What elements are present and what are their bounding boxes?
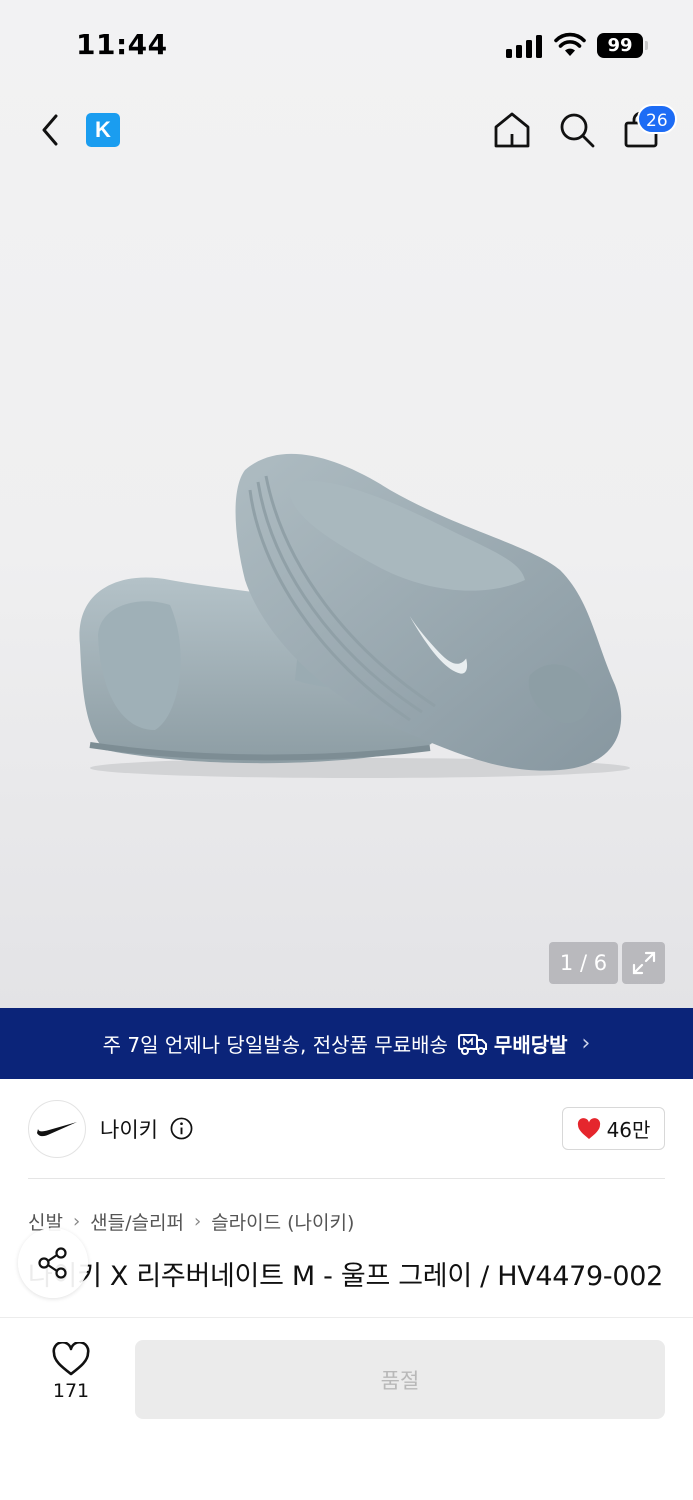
info-icon[interactable] bbox=[170, 1117, 193, 1140]
section-divider bbox=[28, 1178, 665, 1179]
wishlist-button[interactable]: 171 bbox=[40, 1342, 102, 1422]
battery-tip bbox=[645, 41, 648, 50]
product-title: 나이키 X 리주버네이트 M - 울프 그레이 / HV4479-002 bbox=[28, 1261, 664, 1292]
brand-logo[interactable] bbox=[28, 1100, 86, 1158]
wishlist-count: 171 bbox=[52, 1380, 90, 1402]
search-button[interactable] bbox=[555, 106, 599, 154]
nike-swoosh-icon bbox=[37, 1122, 77, 1137]
promo-brand: 무배당발 bbox=[457, 1029, 568, 1058]
expand-icon bbox=[632, 951, 655, 975]
delivery-truck-icon bbox=[457, 1033, 487, 1055]
status-bar: 11:44 99 bbox=[0, 0, 693, 92]
brand-row: 나이키 46만 bbox=[0, 1079, 693, 1179]
share-icon bbox=[38, 1247, 67, 1279]
back-button[interactable] bbox=[30, 108, 70, 152]
wifi-icon bbox=[554, 32, 586, 56]
promo-chevron: › bbox=[581, 1031, 591, 1056]
back-icon bbox=[42, 114, 58, 146]
image-counter: 1 / 6 bbox=[549, 942, 618, 984]
breadcrumb-separator: › bbox=[193, 1211, 202, 1232]
promo-brand-label: 무배당발 bbox=[493, 1033, 568, 1057]
top-navigation: K bbox=[0, 92, 693, 172]
expand-button[interactable] bbox=[622, 942, 665, 984]
heart-outline-icon bbox=[52, 1342, 90, 1376]
breadcrumb-item[interactable]: 샌들/슬리퍼 bbox=[90, 1208, 184, 1235]
share-button[interactable] bbox=[18, 1228, 88, 1298]
signal-icon bbox=[506, 34, 542, 58]
brand-name[interactable]: 나이키 bbox=[100, 1114, 158, 1144]
promo-banner[interactable]: 주 7일 언제나 당일발송, 전상품 무료배송 무배당발 › bbox=[0, 1008, 693, 1079]
search-icon bbox=[560, 113, 595, 148]
sold-out-button: 품절 bbox=[135, 1340, 665, 1419]
brand-like-count: 46만 bbox=[606, 1118, 651, 1142]
product-gallery[interactable]: 11:44 99 K 26 1 / 6 bbox=[0, 0, 693, 1008]
product-page: 11:44 99 K 26 1 / 6 주 7일 언제나 당일발송, 전상품 무… bbox=[0, 0, 693, 1500]
bottom-action-bar: 171 품절 bbox=[0, 1317, 693, 1500]
battery-indicator: 99 bbox=[597, 33, 643, 58]
heart-filled-icon bbox=[577, 1117, 600, 1139]
product-image bbox=[79, 453, 630, 778]
promo-text: 주 7일 언제나 당일발송, 전상품 무료배송 bbox=[102, 1033, 448, 1057]
breadcrumb-separator: › bbox=[72, 1211, 81, 1232]
brand-like-button[interactable]: 46만 bbox=[562, 1107, 665, 1150]
breadcrumb-item[interactable]: 슬라이드 (나이키) bbox=[211, 1208, 354, 1235]
home-button[interactable] bbox=[490, 106, 534, 154]
home-icon bbox=[494, 112, 530, 148]
cart-count-badge: 26 bbox=[637, 104, 677, 134]
app-logo[interactable]: K bbox=[86, 113, 120, 147]
status-time: 11:44 bbox=[76, 28, 168, 61]
breadcrumb: 신발 › 샌들/슬리퍼 › 슬라이드 (나이키) bbox=[28, 1208, 354, 1235]
